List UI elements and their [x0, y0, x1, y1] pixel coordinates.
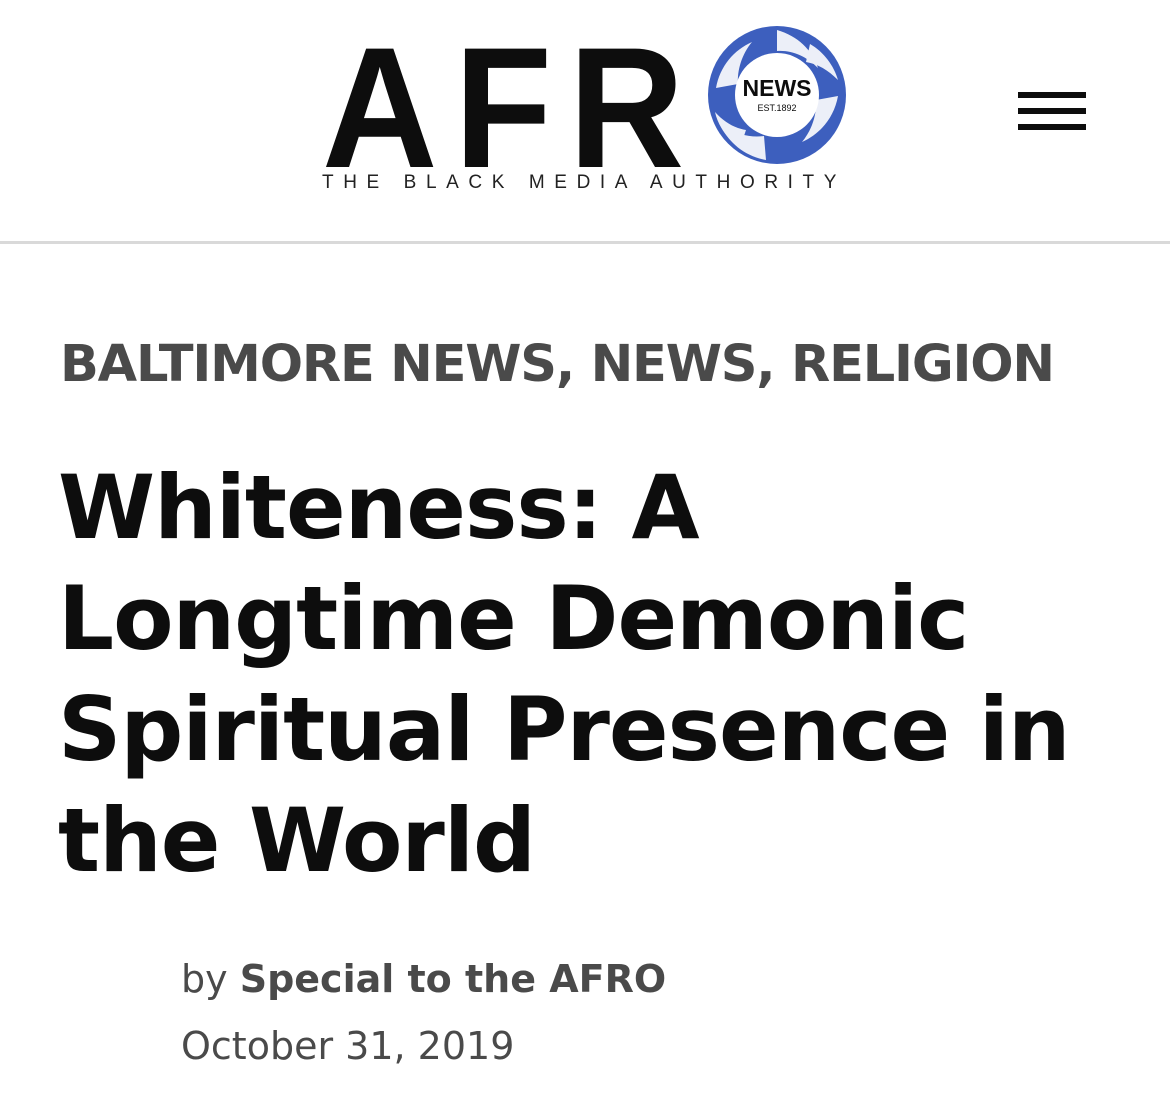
article-date: October 31, 2019	[181, 1024, 515, 1068]
afro-logo[interactable]: AFR NEWS EST.1892 THE BLACK MEDIA AUTHOR…	[322, 22, 852, 202]
menu-bar-top	[1018, 92, 1086, 98]
category-link-news[interactable]: NEWS	[591, 335, 758, 394]
byline-prefix: by	[181, 957, 228, 1001]
category-link-religion[interactable]: RELIGION	[791, 335, 1055, 394]
emblem-news-text: NEWS	[743, 75, 812, 101]
article-byline: by Special to the AFRO	[181, 954, 666, 1004]
article-categories: BALTIMORE NEWS, NEWS, RELIGION	[60, 334, 1150, 396]
emblem-est-text: EST.1892	[757, 103, 796, 113]
hamburger-menu-icon[interactable]	[1016, 88, 1088, 140]
article-headline: Whiteness: A Longtime Demonic Spiritual …	[58, 456, 1071, 892]
menu-bar-middle	[1018, 108, 1086, 114]
category-separator: ,	[555, 335, 591, 394]
category-link-baltimore-news[interactable]: BALTIMORE NEWS	[60, 335, 557, 394]
menu-bar-bottom	[1018, 124, 1086, 130]
logo-wordmark: AFR	[322, 12, 701, 204]
author-link[interactable]: Special to the AFRO	[240, 957, 666, 1001]
news-emblem-icon: NEWS EST.1892	[708, 26, 846, 164]
site-header: AFR NEWS EST.1892 THE BLACK MEDIA AUTHOR…	[0, 0, 1170, 244]
category-separator: ,	[756, 335, 792, 394]
logo-tagline: THE BLACK MEDIA AUTHORITY	[322, 172, 846, 193]
